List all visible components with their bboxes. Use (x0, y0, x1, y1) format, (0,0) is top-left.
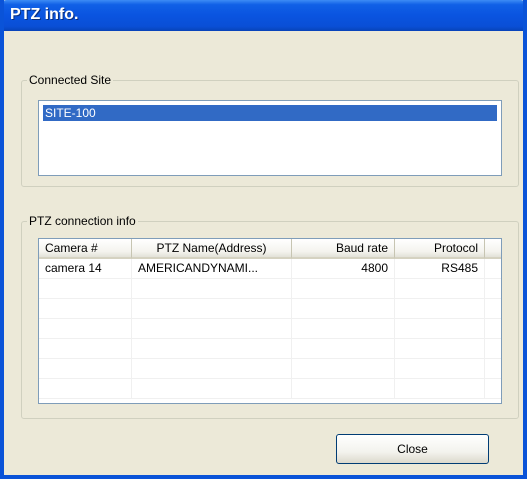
table-row[interactable]: camera 14 AMERICANDYNAMI... 4800 RS485 (39, 259, 501, 279)
empty-row (39, 279, 501, 299)
column-header-protocol[interactable]: Protocol (395, 239, 485, 259)
cell-baud-rate: 4800 (292, 259, 395, 278)
empty-row (39, 339, 501, 359)
ptz-listview[interactable]: Camera # PTZ Name(Address) Baud rate Pro… (38, 238, 502, 404)
empty-row (39, 379, 501, 399)
listview-header: Camera # PTZ Name(Address) Baud rate Pro… (39, 239, 501, 259)
column-header-filler (485, 239, 501, 259)
close-button[interactable]: Close (336, 434, 489, 464)
cell-ptz-name: AMERICANDYNAMI... (132, 259, 292, 278)
site-list-item[interactable]: SITE-100 (43, 105, 497, 121)
window-title: PTZ info. (10, 6, 79, 23)
cell-camera: camera 14 (39, 259, 132, 278)
column-header-camera[interactable]: Camera # (39, 239, 132, 259)
empty-row (39, 299, 501, 319)
cell-protocol: RS485 (395, 259, 485, 278)
column-header-ptz-name[interactable]: PTZ Name(Address) (132, 239, 292, 259)
empty-row (39, 359, 501, 379)
title-bar[interactable]: PTZ info. (4, 0, 523, 31)
empty-row (39, 319, 501, 339)
site-listbox[interactable]: SITE-100 (38, 100, 502, 176)
column-header-baud-rate[interactable]: Baud rate (292, 239, 395, 259)
connected-site-legend: Connected Site (29, 73, 112, 87)
ptz-connection-legend: PTZ connection info (29, 214, 136, 228)
